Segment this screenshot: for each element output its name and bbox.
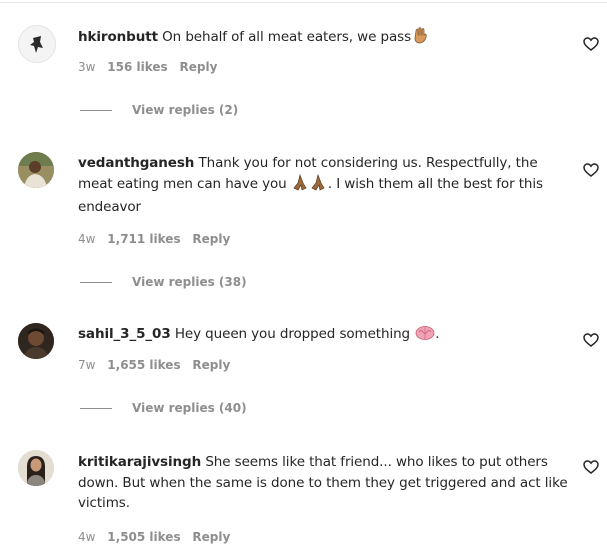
folded-hands-icon	[292, 173, 328, 198]
comment-username[interactable]: sahil_3_5_03	[78, 326, 171, 342]
comment-time: 4w	[78, 530, 96, 544]
avatar[interactable]	[18, 25, 56, 63]
heart-icon[interactable]	[583, 162, 599, 178]
top-divider	[0, 2, 607, 3]
comment-time: 4w	[78, 232, 96, 246]
comment-meta: 4w 1,711 likes Reply	[78, 232, 238, 246]
replies-divider	[80, 282, 112, 283]
brain-icon	[415, 324, 435, 348]
view-replies-label: View replies (2)	[132, 103, 239, 117]
comment-body: Hey queen you dropped something	[174, 326, 411, 342]
avatar[interactable]	[18, 152, 54, 188]
comment-text: hkironbutt On behalf of all meat eaters,…	[78, 27, 572, 51]
reply-button[interactable]: Reply	[192, 232, 230, 246]
comment-username[interactable]: hkironbutt	[78, 29, 158, 45]
view-replies-button[interactable]: View replies (40)	[80, 401, 247, 415]
comment-meta: 3w 156 likes Reply	[78, 60, 225, 74]
replies-divider	[80, 110, 112, 111]
view-replies-button[interactable]: View replies (38)	[80, 275, 247, 289]
replies-divider	[80, 408, 112, 409]
avatar[interactable]	[18, 323, 54, 359]
comment-time: 3w	[78, 60, 96, 74]
likes-count[interactable]: 1,711 likes	[107, 232, 180, 246]
avatar[interactable]	[18, 450, 54, 486]
comment-text: vedanthganesh Thank you for not consider…	[78, 153, 572, 218]
heart-icon[interactable]	[583, 36, 599, 52]
likes-count[interactable]: 156 likes	[107, 60, 167, 74]
likes-count[interactable]: 1,655 likes	[107, 358, 180, 372]
heart-icon[interactable]	[583, 332, 599, 348]
comment-text: sahil_3_5_03 Hey queen you dropped somet…	[78, 324, 572, 348]
reply-button[interactable]: Reply	[192, 530, 230, 544]
view-replies-button[interactable]: View replies (2)	[80, 103, 238, 117]
reply-button[interactable]: Reply	[180, 60, 218, 74]
hand-icon	[412, 27, 428, 51]
comment-meta: 4w 1,505 likes Reply	[78, 530, 238, 544]
likes-count[interactable]: 1,505 likes	[107, 530, 180, 544]
comment-text: kritikarajivsingh She seems like that fr…	[78, 452, 572, 514]
reply-button[interactable]: Reply	[192, 358, 230, 372]
comment-username[interactable]: kritikarajivsingh	[78, 454, 201, 470]
view-replies-label: View replies (40)	[132, 401, 247, 415]
comment-username[interactable]: vedanthganesh	[78, 155, 194, 171]
heart-icon[interactable]	[583, 459, 599, 475]
view-replies-label: View replies (38)	[132, 275, 247, 289]
comment-time: 7w	[78, 358, 96, 372]
comment-meta: 7w 1,655 likes Reply	[78, 358, 238, 372]
comment-body: On behalf of all meat eaters, we pass	[162, 29, 412, 45]
comment-body-end: .	[435, 326, 440, 342]
